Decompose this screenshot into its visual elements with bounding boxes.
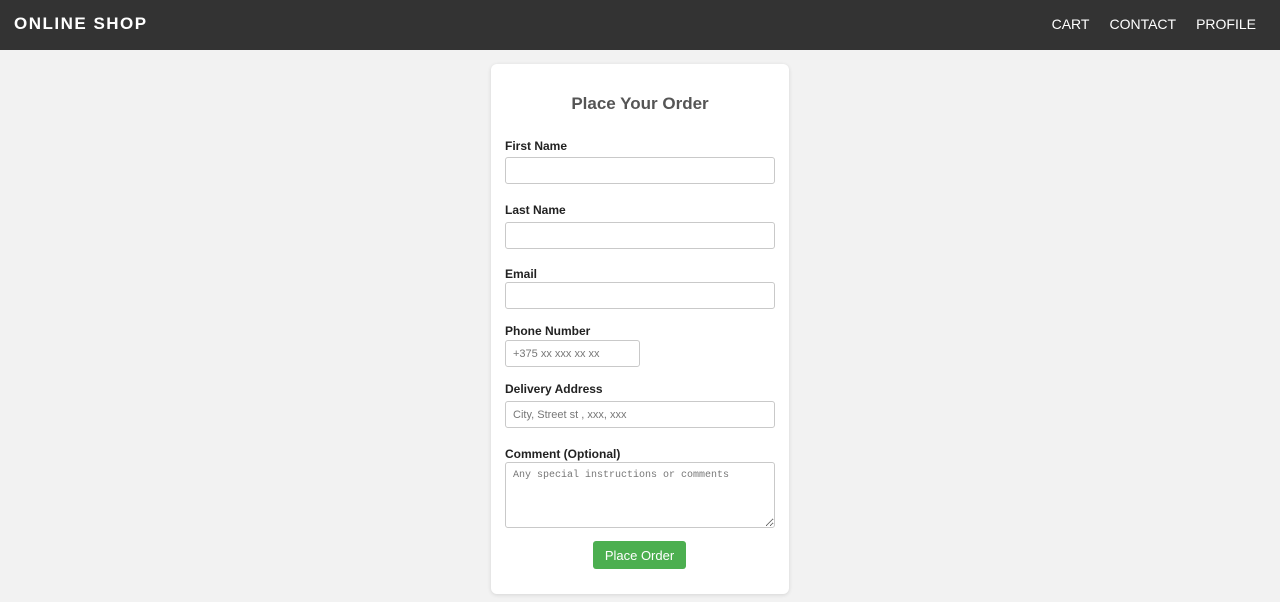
nav-link-contact[interactable]: CONTACT — [1109, 16, 1176, 33]
brand-logo-link[interactable]: ONLINE SHOP — [14, 14, 148, 34]
order-form-card: Place Your Order First Name Last Name Em… — [491, 64, 789, 594]
nav-link-profile[interactable]: PROFILE — [1196, 16, 1256, 33]
phone-input[interactable] — [505, 340, 640, 367]
comment-textarea[interactable] — [505, 462, 775, 528]
place-order-button[interactable]: Place Order — [593, 541, 686, 569]
last-name-input[interactable] — [505, 222, 775, 249]
form-title: Place Your Order — [571, 94, 709, 113]
last-name-label: Last Name — [505, 203, 566, 217]
nav-link-cart[interactable]: CART — [1052, 16, 1090, 33]
nav-links: CART CONTACT PROFILE — [1052, 16, 1256, 33]
address-label: Delivery Address — [505, 382, 603, 396]
first-name-label: First Name — [505, 139, 568, 153]
first-name-input[interactable] — [505, 157, 775, 184]
top-navbar: ONLINE SHOP CART CONTACT PROFILE — [0, 0, 1280, 50]
comment-label: Comment (Optional) — [505, 447, 621, 461]
email-input[interactable] — [505, 282, 775, 309]
delivery-address-input[interactable] — [505, 401, 775, 428]
phone-label: Phone Number — [505, 324, 591, 338]
email-label: Email — [505, 267, 538, 281]
